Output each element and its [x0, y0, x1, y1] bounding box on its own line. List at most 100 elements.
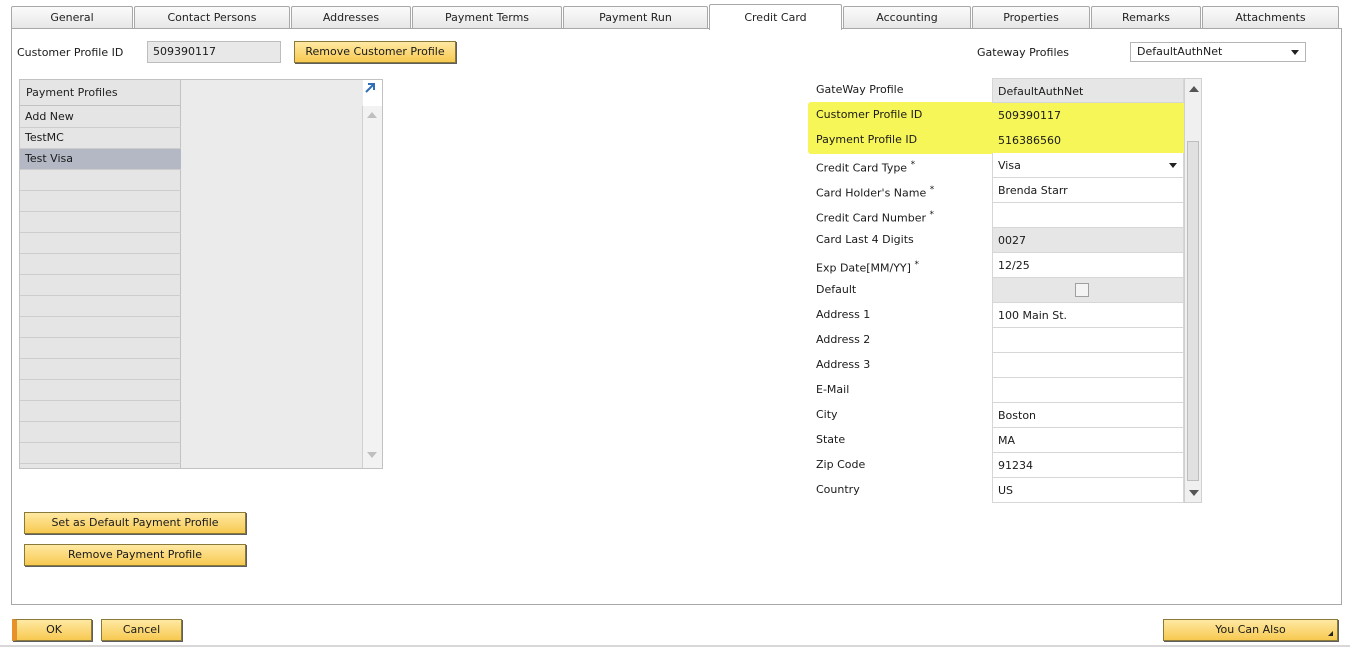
gateway-profiles-value: DefaultAuthNet: [1137, 45, 1223, 58]
field-label: City: [816, 408, 838, 421]
form-row-city: City Boston: [812, 403, 1184, 428]
list-item[interactable]: [20, 317, 181, 338]
ok-button[interactable]: OK: [12, 619, 92, 641]
exp-date-field[interactable]: 12/25: [992, 253, 1184, 278]
required-marker: *: [929, 185, 935, 195]
form-row-address-1: Address 1 100 Main St.: [812, 303, 1184, 328]
required-marker: *: [914, 260, 919, 270]
tab-properties[interactable]: Properties: [972, 6, 1090, 29]
chevron-down-icon: [1169, 163, 1177, 168]
list-item[interactable]: [20, 443, 181, 464]
form-row-exp-date: Exp Date[MM/YY] * 12/25: [812, 253, 1184, 278]
tab-label: Credit Card: [744, 11, 807, 24]
expand-icon[interactable]: [363, 81, 377, 95]
tab-payment-run[interactable]: Payment Run: [563, 6, 708, 29]
tab-label: Properties: [1003, 11, 1059, 24]
tab-addresses[interactable]: Addresses: [291, 6, 411, 29]
profiles-blank-column: [181, 80, 363, 468]
tab-remarks[interactable]: Remarks: [1091, 6, 1201, 29]
tab-attachments[interactable]: Attachments: [1202, 6, 1339, 29]
country-field[interactable]: US: [992, 478, 1184, 503]
field-label-text: Credit Card Type: [816, 161, 908, 175]
tab-label: Remarks: [1122, 11, 1170, 24]
list-item[interactable]: [20, 380, 181, 401]
payment-profile-id-value: 516386560: [998, 134, 1061, 147]
gateway-profiles-select[interactable]: DefaultAuthNet: [1130, 42, 1306, 62]
customer-profile-id-value: 509390117: [998, 109, 1061, 122]
list-item[interactable]: [20, 170, 181, 191]
gateway-profile-value: DefaultAuthNet: [992, 78, 1184, 103]
you-can-also-button[interactable]: You Can Also: [1163, 619, 1338, 641]
field-label: Address 2: [816, 333, 871, 346]
credit-card-number-field[interactable]: [992, 203, 1184, 228]
tab-payment-terms[interactable]: Payment Terms: [412, 6, 562, 29]
field-label: Customer Profile ID: [816, 108, 923, 121]
state-field[interactable]: MA: [992, 428, 1184, 453]
list-item-selected[interactable]: Test Visa: [20, 149, 181, 170]
card-last-4-field: 0027: [992, 228, 1184, 253]
field-label: Payment Profile ID: [816, 133, 918, 146]
list-item[interactable]: [20, 296, 181, 317]
list-item[interactable]: [20, 422, 181, 443]
corner-arrow-icon: [1328, 631, 1333, 636]
tab-general[interactable]: General: [11, 6, 133, 29]
address-3-field[interactable]: [992, 353, 1184, 378]
scroll-thumb[interactable]: [1187, 141, 1199, 481]
list-item[interactable]: [20, 212, 181, 233]
scroll-down-icon[interactable]: [1189, 490, 1199, 496]
tab-label: Accounting: [876, 11, 938, 24]
field-label: GateWay Profile: [816, 83, 904, 96]
payment-profiles-header: Payment Profiles: [20, 80, 181, 106]
list-item[interactable]: [20, 359, 181, 380]
email-field[interactable]: [992, 378, 1184, 403]
form-row-email: E-Mail: [812, 378, 1184, 403]
field-label: Card Last 4 Digits: [816, 233, 914, 246]
form-scrollbar[interactable]: [1184, 78, 1202, 503]
tab-label: Attachments: [1235, 11, 1306, 24]
form-row-country: Country US: [812, 478, 1184, 503]
field-label: Address 3: [816, 358, 871, 371]
field-label: Country: [816, 483, 860, 496]
form-row-payment-profile-id: Payment Profile ID 516386560: [812, 128, 1184, 153]
remove-customer-profile-button[interactable]: Remove Customer Profile: [294, 41, 456, 63]
form-row-customer-profile-id: Customer Profile ID 509390117: [812, 103, 1184, 128]
customer-profile-field[interactable]: 509390117: [147, 41, 281, 63]
scroll-down-icon[interactable]: [367, 452, 377, 458]
form-row-default: Default: [812, 278, 1184, 303]
list-item[interactable]: [20, 233, 181, 254]
form-row-address-2: Address 2: [812, 328, 1184, 353]
list-item[interactable]: [20, 401, 181, 422]
divider: [0, 645, 1350, 647]
address-1-field[interactable]: 100 Main St.: [992, 303, 1184, 328]
credit-card-type-select[interactable]: Visa: [992, 153, 1184, 178]
tab-accounting[interactable]: Accounting: [843, 6, 971, 29]
profiles-scrollbar[interactable]: [362, 106, 382, 468]
field-label: Address 1: [816, 308, 871, 321]
list-item[interactable]: TestMC: [20, 128, 181, 149]
payment-profiles-grid: Payment Profiles Add New TestMC Test Vis…: [19, 79, 383, 469]
list-item[interactable]: [20, 191, 181, 212]
set-default-payment-profile-button[interactable]: Set as Default Payment Profile: [24, 512, 246, 534]
scroll-up-icon[interactable]: [1189, 86, 1199, 92]
field-label-text: Exp Date[MM/YY]: [816, 261, 911, 275]
list-item[interactable]: [20, 254, 181, 275]
tab-contact-persons[interactable]: Contact Persons: [134, 6, 290, 29]
form-row-address-3: Address 3: [812, 353, 1184, 378]
cancel-button[interactable]: Cancel: [101, 619, 182, 641]
field-label: Default: [816, 283, 857, 296]
field-label: Exp Date[MM/YY] *: [816, 253, 919, 278]
card-holder-name-field[interactable]: Brenda Starr: [992, 178, 1184, 203]
remove-payment-profile-button[interactable]: Remove Payment Profile: [24, 544, 246, 566]
default-checkbox[interactable]: [1075, 283, 1089, 297]
scroll-up-icon[interactable]: [367, 112, 377, 118]
address-2-field[interactable]: [992, 328, 1184, 353]
list-item[interactable]: [20, 338, 181, 359]
field-label: E-Mail: [816, 383, 850, 396]
list-item[interactable]: Add New: [20, 107, 181, 128]
city-field[interactable]: Boston: [992, 403, 1184, 428]
form-row-card-last-4: Card Last 4 Digits 0027: [812, 228, 1184, 253]
list-item[interactable]: [20, 275, 181, 296]
default-cell: [992, 278, 1184, 303]
zip-code-field[interactable]: 91234: [992, 453, 1184, 478]
tab-credit-card[interactable]: Credit Card: [709, 4, 842, 30]
